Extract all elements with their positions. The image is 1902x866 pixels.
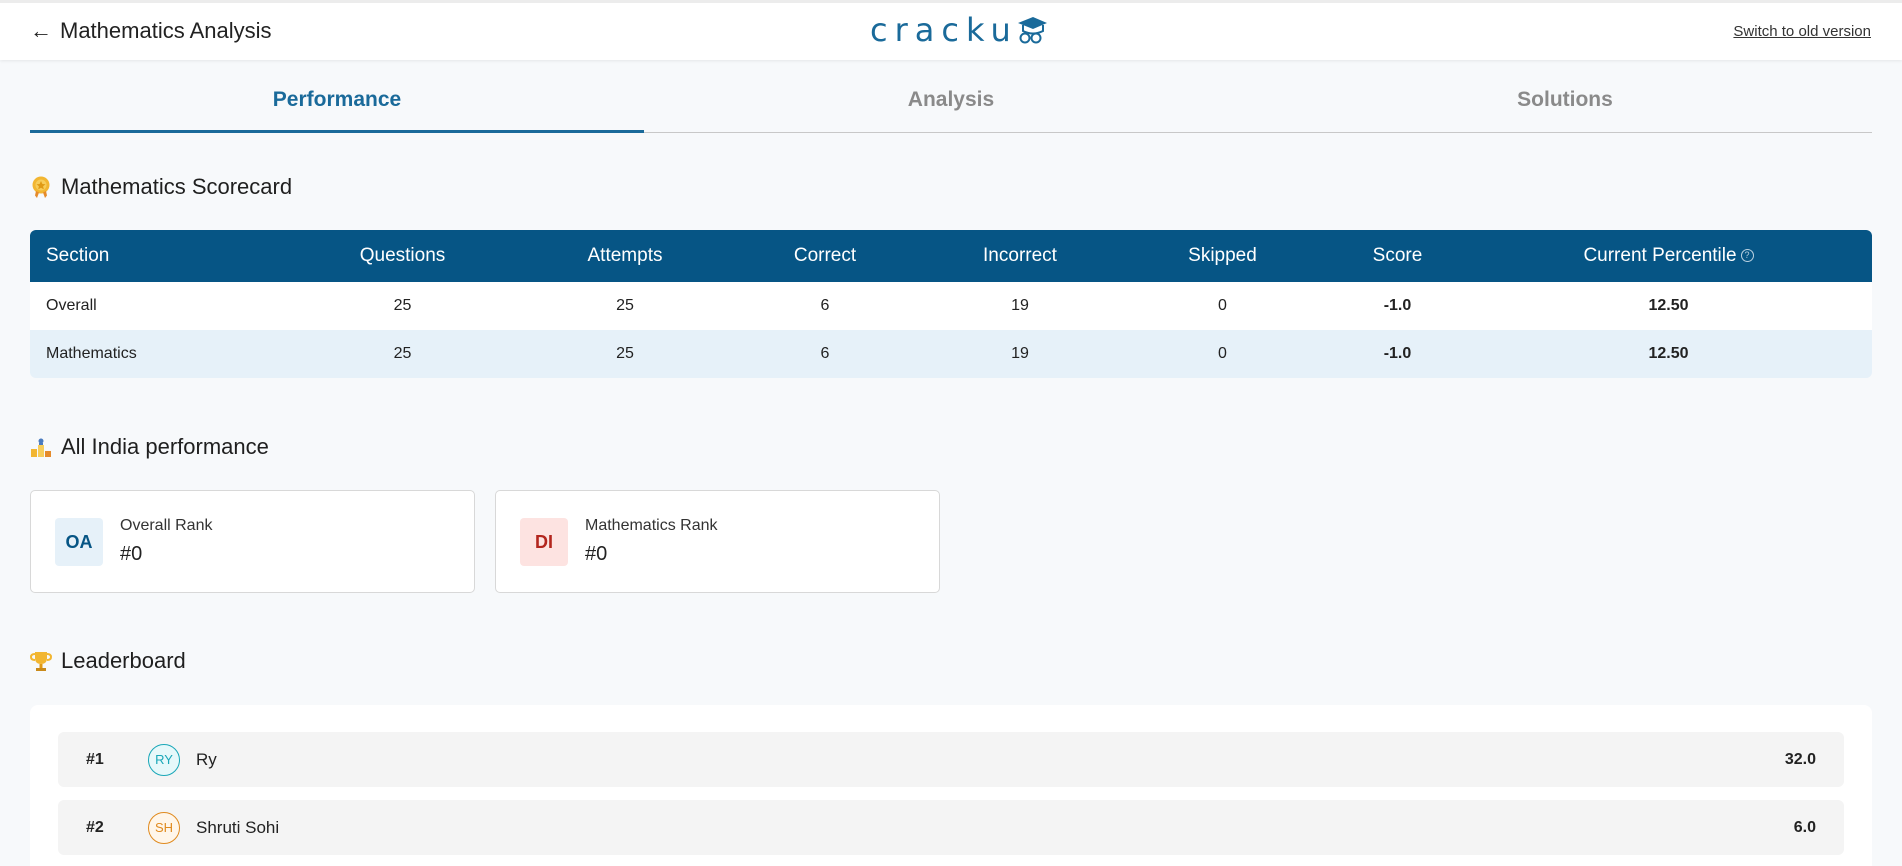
top-bar: ← Mathematics Analysis cracku Switch to …: [0, 0, 1902, 60]
table-cell: 25: [616, 297, 634, 314]
column-header: Score: [1372, 245, 1423, 266]
leaderboard-name: Ry: [196, 749, 217, 769]
column-header: Correct: [793, 245, 857, 266]
switch-old-version-link[interactable]: Switch to old version: [1733, 23, 1871, 40]
table-cell: -1.0: [1383, 345, 1412, 362]
tab-performance[interactable]: Performance: [30, 60, 644, 133]
info-icon[interactable]: ?: [1740, 249, 1754, 263]
rank-label: Mathematics Rank: [585, 517, 718, 534]
table-cell: 6: [820, 297, 830, 314]
scorecard-title: Mathematics Scorecard: [61, 174, 293, 199]
page-title: Mathematics Analysis: [60, 18, 272, 43]
table-cell: 25: [616, 345, 634, 362]
rank-value: #0: [585, 543, 608, 565]
medal-icon: [30, 176, 52, 198]
leaderboard-name: Shruti Sohi: [196, 817, 280, 837]
tab-analysis[interactable]: Analysis: [644, 60, 1258, 132]
india-performance-title: All India performance: [61, 434, 269, 459]
column-header: Attempts: [587, 245, 663, 266]
table-cell: Overall: [46, 297, 97, 314]
leaderboard-rank: #1: [86, 750, 104, 768]
table-cell: -1.0: [1383, 297, 1412, 314]
column-header-percentile: Current Percentile?: [1465, 245, 1872, 267]
back-button[interactable]: ← Mathematics Analysis: [30, 18, 272, 44]
rank-badge: OA: [55, 518, 103, 566]
mathematics-rank-card: DI Mathematics Rank #0: [495, 490, 940, 593]
avatar: RY: [148, 743, 180, 776]
leaderboard-heading: Leaderboard: [30, 648, 186, 674]
leaderboard-row[interactable]: #1 RY Ry 32.0: [58, 732, 1844, 787]
leaderboard-score: 6.0: [1793, 818, 1816, 836]
india-performance-heading: All India performance: [30, 434, 269, 460]
tab-bar: Performance Analysis Solutions: [30, 60, 1872, 133]
table-cell: 12.50: [1648, 297, 1689, 314]
leaderboard-rank: #2: [86, 818, 104, 836]
leaderboard-panel: #1 RY Ry 32.0 #2 SH Shruti Sohi 6.0: [30, 705, 1872, 866]
table-cell: 19: [1011, 345, 1029, 362]
scorecard-heading: Mathematics Scorecard: [30, 174, 292, 200]
table-cell: 6: [820, 345, 830, 362]
scorecard-table: Section Questions Attempts Correct Incor…: [30, 230, 1872, 378]
table-row: Overall 25 25 6 19 0 -1.0 12.50: [30, 282, 1872, 330]
leaderboard-title: Leaderboard: [61, 648, 186, 673]
podium-icon: [30, 436, 52, 458]
table-cell: 25: [393, 297, 412, 314]
table-cell: 19: [1011, 297, 1029, 314]
table-row: Mathematics 25 25 6 19 0 -1.0 12.50: [30, 330, 1872, 378]
table-cell: 25: [393, 345, 412, 362]
tab-solutions[interactable]: Solutions: [1258, 60, 1872, 132]
avatar: SH: [148, 811, 180, 844]
trophy-icon: [30, 650, 52, 672]
table-cell: 12.50: [1648, 345, 1689, 362]
column-header: Skipped: [1188, 245, 1257, 266]
cracku-logo[interactable]: cracku: [870, 11, 1048, 49]
rank-badge: DI: [520, 518, 568, 566]
graduation-cap-icon: [1017, 17, 1047, 44]
table-cell: Mathematics: [46, 345, 137, 362]
column-header: Section: [46, 245, 110, 266]
column-header: Incorrect: [983, 245, 1057, 266]
leaderboard-score: 32.0: [1784, 750, 1816, 768]
logo-text: cracku: [870, 11, 1018, 49]
table-cell: 0: [1218, 297, 1227, 314]
column-header: Current Percentile: [1583, 245, 1737, 266]
table-header-row: Section Questions Attempts Correct Incor…: [30, 230, 1872, 282]
leaderboard-row[interactable]: #2 SH Shruti Sohi 6.0: [58, 800, 1844, 855]
rank-value: #0: [120, 543, 143, 565]
back-arrow-icon: ←: [30, 18, 52, 43]
column-header: Questions: [359, 245, 446, 266]
rank-label: Overall Rank: [120, 517, 213, 534]
table-cell: 0: [1218, 345, 1227, 362]
overall-rank-card: OA Overall Rank #0: [30, 490, 475, 593]
